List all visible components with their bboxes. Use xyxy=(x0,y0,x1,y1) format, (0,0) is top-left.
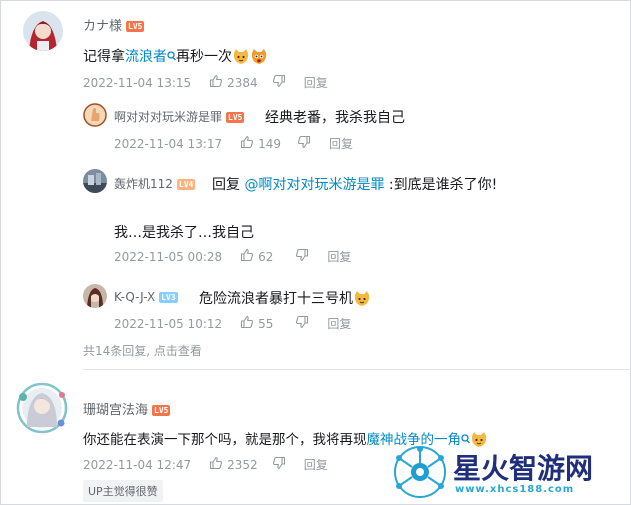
reply-button[interactable]: 回复 xyxy=(329,135,353,152)
comment-text: 记得拿流浪者 再秒一次 xyxy=(83,46,268,66)
thumbs-down-icon[interactable] xyxy=(297,135,311,152)
level-badge: LV5 xyxy=(226,112,245,123)
level-badge: LV3 xyxy=(159,292,178,303)
thumbs-up-icon[interactable] xyxy=(209,456,223,473)
username[interactable]: 啊对对对玩米游是罪 LV5 xyxy=(114,108,245,125)
username-text[interactable]: カナ様 xyxy=(83,19,122,34)
username-text[interactable]: 轰炸机112 xyxy=(114,177,173,191)
thumbs-up-icon[interactable] xyxy=(240,248,254,265)
username-text[interactable]: 啊对对对玩米游是罪 xyxy=(114,110,222,124)
avatar[interactable] xyxy=(83,103,107,127)
reply-date: 2022-11-05 10:12 xyxy=(114,316,223,331)
level-badge: LV5 xyxy=(126,21,145,32)
divider xyxy=(83,369,631,370)
search-link[interactable]: 流浪者 xyxy=(125,49,167,65)
cat-emoji-icon xyxy=(232,48,250,66)
thumbs-up-icon[interactable] xyxy=(240,135,254,152)
username-text[interactable]: K-Q-J-X xyxy=(114,290,155,304)
reply-meta: 2022-11-05 00:28 62 回复 xyxy=(114,248,351,265)
reply-button[interactable]: 回复 xyxy=(327,315,351,332)
comment-date: 2022-11-04 12:47 xyxy=(83,457,192,472)
reply-date: 2022-11-04 13:17 xyxy=(114,136,223,151)
reply-date: 2022-11-05 00:28 xyxy=(114,249,223,264)
reply-meta: 2022-11-05 10:12 55 回复 xyxy=(114,315,351,332)
avatar[interactable] xyxy=(23,11,63,51)
shocked-emoji-icon xyxy=(250,48,268,66)
cat-emoji-icon xyxy=(353,290,371,308)
comment-meta: 2022-11-04 12:47 2352 回复 xyxy=(83,456,328,473)
username-text[interactable]: 珊瑚宫法海 xyxy=(83,403,148,418)
thumbs-up-icon[interactable] xyxy=(240,315,254,332)
watermark-logo xyxy=(391,443,449,501)
reply-text: 危险流浪者暴打十三号机 xyxy=(199,288,371,308)
reply-button[interactable]: 回复 xyxy=(304,456,328,473)
search-small-icon xyxy=(167,49,176,65)
avatar[interactable] xyxy=(15,381,69,435)
reply-button[interactable]: 回复 xyxy=(304,74,328,91)
avatar[interactable] xyxy=(83,284,107,308)
comment-meta: 2022-11-04 13:15 2384 回复 xyxy=(83,74,328,91)
reply-button[interactable]: 回复 xyxy=(327,248,351,265)
thumbs-down-icon[interactable] xyxy=(295,248,309,265)
watermark-name: 星火智游网 xyxy=(453,452,594,485)
thumbs-down-icon[interactable] xyxy=(295,315,309,332)
like-count: 2352 xyxy=(227,457,258,472)
like-count: 55 xyxy=(258,316,274,331)
username[interactable]: 珊瑚宫法海 LV5 xyxy=(83,399,171,418)
comment-panel: カナ様 LV5 记得拿流浪者 再秒一次 2022-11-04 13:15 2384 … xyxy=(0,0,631,505)
reply-text: 回复 @啊对对对玩米游是罪 :到底是谁杀了你! xyxy=(212,177,498,193)
avatar[interactable] xyxy=(83,169,107,193)
like-count: 62 xyxy=(258,249,274,264)
reply-text: 经典老番，我杀我自己 xyxy=(265,110,405,126)
reply-text-line2: 我…是我杀了…我自己 xyxy=(114,225,254,241)
username[interactable]: K-Q-J-X LV3 xyxy=(114,290,178,304)
level-badge: LV5 xyxy=(152,405,171,416)
level-badge: LV4 xyxy=(176,179,196,190)
username[interactable]: カナ様 LV5 xyxy=(83,15,145,34)
watermark-url: www.xhcs188.com xyxy=(455,484,575,495)
comment-date: 2022-11-04 13:15 xyxy=(83,75,192,90)
username[interactable]: 轰炸机112 LV4 xyxy=(114,175,196,192)
thumbs-down-icon[interactable] xyxy=(272,456,286,473)
like-count: 149 xyxy=(258,136,282,151)
search-small-icon xyxy=(461,432,470,448)
view-more-replies[interactable]: 共14条回复, 点击查看 xyxy=(83,342,202,359)
reply-meta: 2022-11-04 13:17 149 回复 xyxy=(114,135,353,152)
like-count: 2384 xyxy=(227,75,258,90)
thumbs-down-icon[interactable] xyxy=(272,74,286,91)
up-liked-tag: UP主觉得很赞 xyxy=(83,480,163,502)
thumbs-up-icon[interactable] xyxy=(209,74,223,91)
mention-link[interactable]: @啊对对对玩米游是罪 xyxy=(244,177,384,193)
